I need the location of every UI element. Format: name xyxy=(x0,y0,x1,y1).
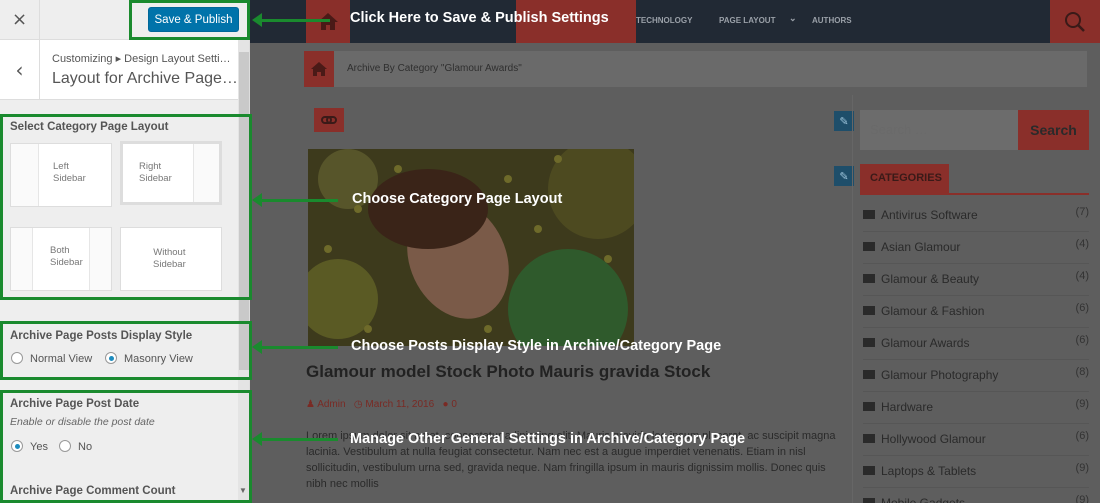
sidebar-search-input[interactable]: Search … xyxy=(860,110,1018,150)
categories-heading-rule xyxy=(860,193,1089,195)
post-title[interactable]: Glamour model Stock Photo Mauris gravida… xyxy=(306,362,710,382)
category-name[interactable]: Antivirus Software xyxy=(881,208,978,222)
folder-icon xyxy=(863,498,875,503)
annotation-general-text: Manage Other General Settings in Archive… xyxy=(350,431,746,447)
category-list-item[interactable]: Laptops & Tablets (9) xyxy=(863,456,1089,488)
annotation-arrow-icon xyxy=(252,340,338,354)
annotation-display-text: Choose Posts Display Style in Archive/Ca… xyxy=(351,338,722,354)
search-icon xyxy=(1065,11,1085,32)
section-breadcrumb: ‹ Customizing ▸ Design Layout Setti… Lay… xyxy=(0,40,238,100)
annotation-arrow-icon xyxy=(252,13,330,27)
category-count: (4) xyxy=(1075,270,1089,282)
close-customizer-button[interactable]: × xyxy=(0,0,40,39)
nav-dropdown-chevron-icon: ⌄ xyxy=(789,13,797,23)
annotation-box-general xyxy=(0,390,252,503)
category-name[interactable]: Hollywood Glamour xyxy=(881,432,986,446)
sidebar-divider xyxy=(852,95,853,503)
edit-shortcut-pencil-icon[interactable]: ✎ xyxy=(834,166,854,186)
category-count: (9) xyxy=(1075,398,1089,410)
annotation-save-text: Click Here to Save & Publish Settings xyxy=(350,10,609,26)
post-meta: ♟ Admin ◷ March 11, 2016 ● 0 xyxy=(306,399,457,410)
breadcrumb-home-button[interactable] xyxy=(304,51,334,87)
category-count: (6) xyxy=(1075,430,1089,442)
annotation-box-display xyxy=(0,321,252,380)
edit-shortcut-pencil-icon[interactable]: ✎ xyxy=(834,111,854,131)
category-list-item[interactable]: Hardware (9) xyxy=(863,392,1089,424)
category-list-item[interactable]: Glamour Awards (6) xyxy=(863,328,1089,360)
annotation-arrow-icon xyxy=(252,432,338,446)
folder-icon xyxy=(863,210,875,219)
annotation-arrow-icon xyxy=(252,193,338,207)
category-name[interactable]: Hardware xyxy=(881,400,933,414)
category-count: (6) xyxy=(1075,302,1089,314)
category-name[interactable]: Glamour Awards xyxy=(881,336,969,350)
category-count: (6) xyxy=(1075,334,1089,346)
category-count: (7) xyxy=(1075,206,1089,218)
clock-icon: ◷ xyxy=(353,399,363,410)
header-search-button[interactable] xyxy=(1050,0,1100,43)
folder-icon xyxy=(863,402,875,411)
category-count: (4) xyxy=(1075,238,1089,250)
post-comment-count[interactable]: 0 xyxy=(451,399,457,410)
category-name[interactable]: Mobile Gadgets xyxy=(881,496,965,503)
category-list-item[interactable]: Mobile Gadgets (9) xyxy=(863,488,1089,503)
nav-item-technology[interactable]: TECHNOLOGY xyxy=(636,16,692,25)
breadcrumb-text: Archive By Category "Glamour Awards" xyxy=(347,63,522,74)
category-list-item[interactable]: Glamour & Fashion (6) xyxy=(863,296,1089,328)
category-name[interactable]: Glamour & Beauty xyxy=(881,272,979,286)
category-count: (9) xyxy=(1075,462,1089,474)
category-list-item[interactable]: Glamour Photography (8) xyxy=(863,360,1089,392)
nav-item-page-layout[interactable]: PAGE LAYOUT xyxy=(719,16,775,25)
folder-icon xyxy=(863,434,875,443)
sidebar-search-button[interactable]: Search xyxy=(1018,110,1089,150)
post-format-link-badge xyxy=(314,108,344,132)
category-name[interactable]: Asian Glamour xyxy=(881,240,960,254)
nav-item-authors[interactable]: AUTHORS xyxy=(812,16,852,25)
annotation-box-save xyxy=(129,0,250,40)
category-name[interactable]: Glamour & Fashion xyxy=(881,304,984,318)
annotation-layout-text: Choose Category Page Layout xyxy=(352,191,563,207)
comment-icon: ● xyxy=(442,399,449,410)
link-icon xyxy=(321,116,337,124)
category-count: (9) xyxy=(1075,494,1089,503)
post-author[interactable]: Admin xyxy=(317,399,345,410)
category-list-item[interactable]: Asian Glamour (4) xyxy=(863,232,1089,264)
folder-icon xyxy=(863,466,875,475)
breadcrumb: Archive By Category "Glamour Awards" xyxy=(304,51,1087,87)
site-preview: TECHNOLOGY PAGE LAYOUT ⌄ AUTHORS Archive… xyxy=(250,0,1100,503)
category-list-item[interactable]: Glamour & Beauty (4) xyxy=(863,264,1089,296)
folder-icon xyxy=(863,370,875,379)
category-count: (8) xyxy=(1075,366,1089,378)
folder-icon xyxy=(863,338,875,347)
folder-icon xyxy=(863,274,875,283)
category-list-item[interactable]: Antivirus Software (7) xyxy=(863,200,1089,232)
user-icon: ♟ xyxy=(306,399,315,410)
annotation-box-layout xyxy=(0,114,252,300)
section-title: Layout for Archive Page… xyxy=(52,70,238,87)
category-name[interactable]: Laptops & Tablets xyxy=(881,464,976,478)
back-button[interactable]: ‹ xyxy=(0,40,40,100)
home-icon xyxy=(311,62,327,76)
breadcrumb-path: Customizing ▸ Design Layout Setti… xyxy=(52,53,231,65)
folder-icon xyxy=(863,242,875,251)
categories-heading: CATEGORIES xyxy=(860,164,949,193)
category-name[interactable]: Glamour Photography xyxy=(881,368,998,382)
post-featured-image[interactable] xyxy=(308,149,634,346)
post-date[interactable]: March 11, 2016 xyxy=(365,399,434,410)
category-list-item[interactable]: Hollywood Glamour (6) xyxy=(863,424,1089,456)
folder-icon xyxy=(863,306,875,315)
